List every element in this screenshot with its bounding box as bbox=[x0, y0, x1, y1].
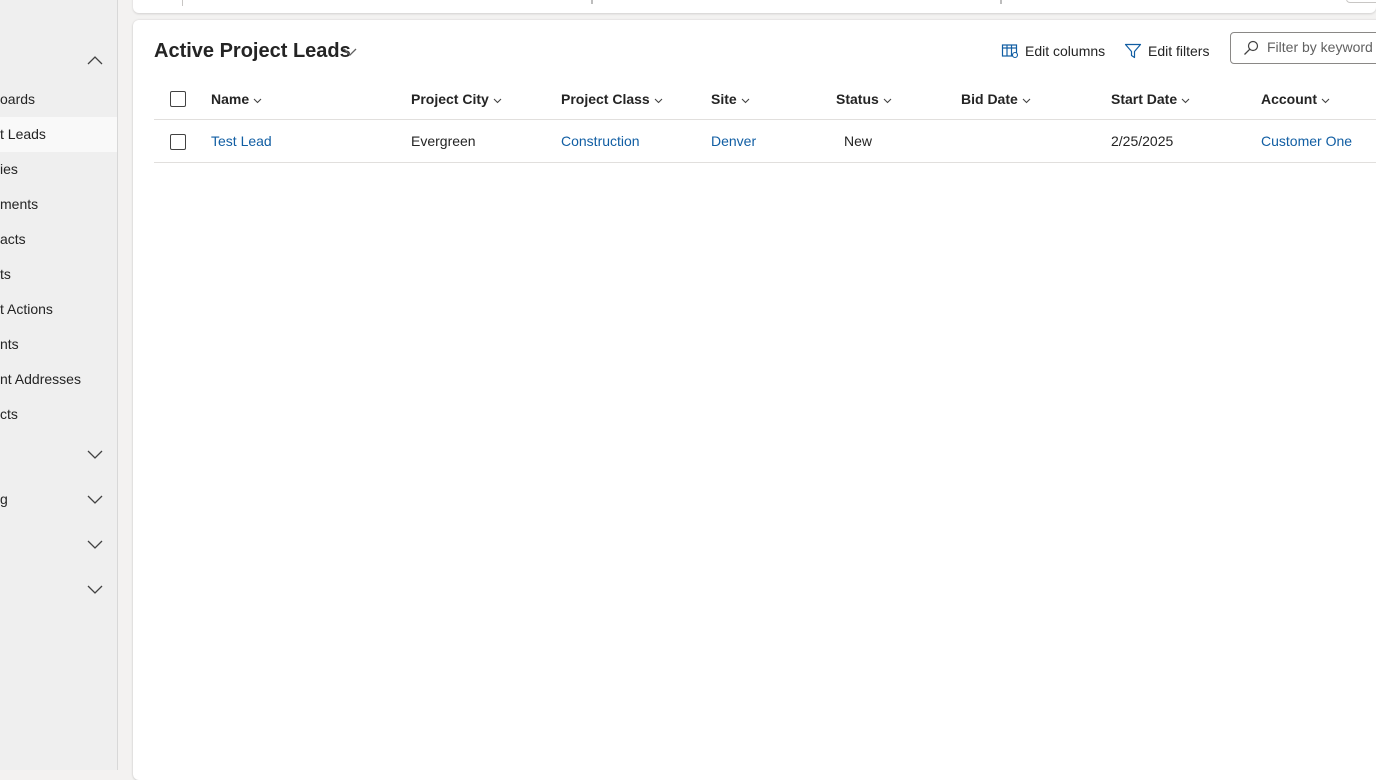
column-header-site[interactable]: Site bbox=[711, 79, 750, 119]
chevron-down-icon bbox=[741, 98, 750, 104]
column-header-label: Project City bbox=[411, 91, 489, 107]
chevron-down-icon bbox=[87, 585, 103, 594]
chevron-down-icon bbox=[87, 495, 103, 504]
row-select-checkbox[interactable] bbox=[170, 134, 186, 150]
sidebar-item-label: t Actions bbox=[0, 301, 53, 317]
sidebar-item-label: acts bbox=[0, 231, 26, 247]
table-row[interactable]: Test Lead Evergreen Construction Denver … bbox=[154, 120, 1376, 163]
edit-columns-icon bbox=[1001, 44, 1019, 59]
column-header-label: Start Date bbox=[1111, 91, 1178, 107]
column-header-label: Name bbox=[211, 91, 250, 107]
select-all-checkbox[interactable] bbox=[170, 91, 186, 107]
chevron-up-icon[interactable] bbox=[86, 52, 104, 70]
edit-filters-button[interactable]: Edit filters bbox=[1124, 39, 1219, 63]
chevron-down-icon bbox=[1181, 98, 1190, 104]
sidebar-group-label: g bbox=[0, 491, 8, 507]
column-header-account[interactable]: Account bbox=[1261, 79, 1330, 119]
sidebar-item-dashboards[interactable]: oards bbox=[0, 82, 117, 117]
sidebar-item-contacts[interactable]: acts bbox=[0, 222, 117, 257]
cell-name-link[interactable]: Test Lead bbox=[211, 120, 272, 162]
edit-filters-label: Edit filters bbox=[1148, 43, 1210, 59]
edit-columns-label: Edit columns bbox=[1025, 43, 1106, 59]
search-icon bbox=[1244, 40, 1259, 55]
column-header-label: Project Class bbox=[561, 91, 650, 107]
column-header-project-class[interactable]: Project Class bbox=[561, 79, 663, 119]
column-header-label: Account bbox=[1261, 91, 1317, 107]
column-header-name[interactable]: Name bbox=[211, 79, 262, 119]
column-header-start-date[interactable]: Start Date bbox=[1111, 79, 1190, 119]
sidebar-item-label: ies bbox=[0, 161, 18, 177]
chevron-down-icon bbox=[883, 98, 892, 104]
cell-status: New bbox=[844, 133, 873, 149]
chevron-down-icon bbox=[493, 98, 502, 104]
column-header-label: Bid Date bbox=[961, 91, 1018, 107]
grid-header-row: Name Project City Project Class Site Sta… bbox=[154, 79, 1376, 120]
sidebar-group-1[interactable] bbox=[0, 436, 117, 472]
sidebar-group-3[interactable] bbox=[0, 526, 117, 562]
sidebar-group-2[interactable]: g bbox=[0, 481, 117, 517]
divider bbox=[591, 0, 593, 4]
sidebar-item-documents[interactable]: ments bbox=[0, 187, 117, 222]
sidebar-item-accounts[interactable]: ts bbox=[0, 257, 117, 292]
edit-columns-button[interactable]: Edit columns bbox=[1001, 39, 1111, 63]
top-command-bar bbox=[133, 0, 1376, 13]
sidebar-item-project-leads[interactable]: t Leads bbox=[0, 117, 117, 152]
chevron-down-icon bbox=[654, 98, 663, 104]
sidebar-item-label: cts bbox=[0, 406, 18, 422]
column-header-label: Status bbox=[836, 91, 879, 107]
sidebar-item-label: t Leads bbox=[0, 126, 46, 142]
sidebar-item-label: ts bbox=[0, 266, 11, 282]
view-selector[interactable]: Active Project Leads bbox=[154, 40, 351, 63]
column-header-project-city[interactable]: Project City bbox=[411, 79, 502, 119]
sidebar-item-label: nts bbox=[0, 336, 19, 352]
sidebar-item-client-addresses[interactable]: nt Addresses bbox=[0, 362, 117, 397]
sidebar-group-4[interactable] bbox=[0, 571, 117, 607]
sidebar-item-clients[interactable]: nts bbox=[0, 327, 117, 362]
filter-icon bbox=[1124, 43, 1142, 59]
keyword-filter-input[interactable] bbox=[1267, 37, 1376, 57]
chevron-down-icon bbox=[87, 450, 103, 459]
divider bbox=[1000, 0, 1002, 4]
sidebar-item-products[interactable]: cts bbox=[0, 397, 117, 432]
sidebar-item-label: nt Addresses bbox=[0, 371, 81, 387]
divider bbox=[182, 0, 183, 6]
column-header-status[interactable]: Status bbox=[836, 79, 892, 119]
column-header-bid-date[interactable]: Bid Date bbox=[961, 79, 1031, 119]
cell-account-link[interactable]: Customer One bbox=[1261, 120, 1352, 162]
chevron-down-icon bbox=[1022, 98, 1031, 104]
sidebar-item-label: ments bbox=[0, 196, 39, 212]
column-header-label: Site bbox=[711, 91, 737, 107]
sidebar-item-label: oards bbox=[0, 91, 36, 107]
keyword-filter-box[interactable] bbox=[1230, 32, 1376, 64]
main-panel: Active Project Leads Edit columns Edit f… bbox=[133, 20, 1376, 780]
chevron-down-icon bbox=[1321, 98, 1330, 104]
chevron-down-icon bbox=[87, 540, 103, 549]
cell-project-class-link[interactable]: Construction bbox=[561, 120, 640, 162]
sidebar: oards t Leads ies ments acts ts t Action… bbox=[0, 0, 118, 770]
sidebar-item-project-actions[interactable]: t Actions bbox=[0, 292, 117, 327]
cell-start-date: 2/25/2025 bbox=[1111, 133, 1174, 149]
chevron-down-icon bbox=[253, 98, 262, 104]
cell-project-city: Evergreen bbox=[411, 133, 476, 149]
command-bar-button[interactable] bbox=[1346, 0, 1376, 3]
chevron-down-icon[interactable] bbox=[342, 44, 358, 60]
cell-site-link[interactable]: Denver bbox=[711, 120, 756, 162]
sidebar-item-activities[interactable]: ies bbox=[0, 152, 117, 187]
